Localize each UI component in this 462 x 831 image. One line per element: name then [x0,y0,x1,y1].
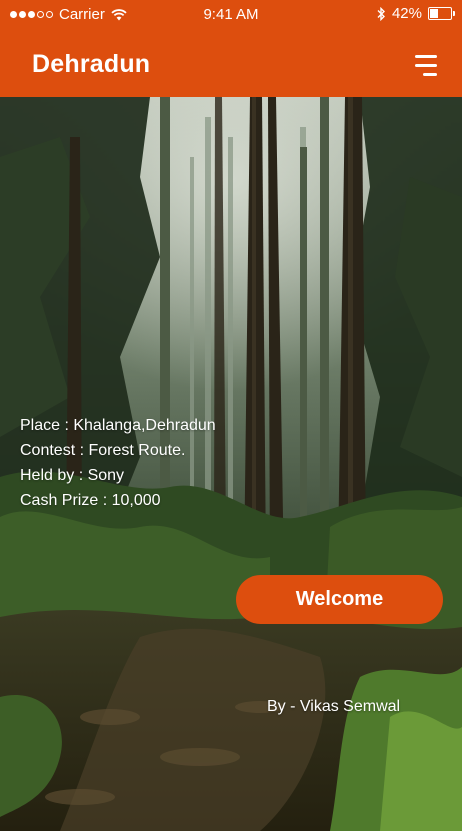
app-screen: Carrier 9:41 AM 42% Dehradun Place: Kha… [0,0,462,831]
author-credit: By - Vikas Semwal [267,698,401,715]
welcome-button[interactable]: Welcome [236,575,443,624]
status-right: 42% [376,5,455,22]
status-bar: Carrier 9:41 AM 42% [0,0,462,30]
battery-icon [428,7,455,20]
contest-text: Contest : Forest Route. [20,442,186,459]
battery-percent: 42% [391,5,422,22]
page-title: Dehradun [32,50,151,78]
held-by-text: Held by : Sony [20,467,125,484]
app-header: Carrier 9:41 AM 42% Dehradun [0,0,462,97]
event-details: Place : Khalanga,Dehradun Contest : Fore… [20,413,216,513]
hamburger-menu-icon[interactable] [413,55,437,77]
bluetooth-icon [377,6,385,21]
place-text: Place : Khalanga,Dehradun [20,417,216,434]
cash-prize-text: Cash Prize : 10,000 [20,492,161,509]
